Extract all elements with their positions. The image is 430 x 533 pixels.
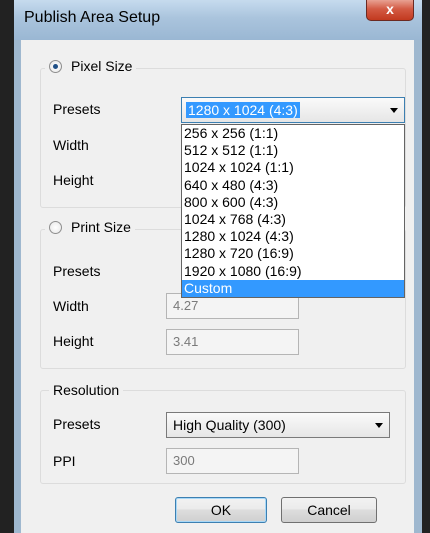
dropdown-option[interactable]: 1920 x 1080 (16:9) [182,263,404,280]
dropdown-option[interactable]: 512 x 512 (1:1) [182,142,404,159]
resolution-label: Resolution [53,382,120,398]
dropdown-option[interactable]: 256 x 256 (1:1) [182,125,404,142]
close-button[interactable]: x [366,0,414,21]
print-height-field[interactable]: 3.41 [166,329,299,355]
dialog-client-area: Pixel Size Presets Width Height Print Si… [21,40,414,533]
pixel-presets-select[interactable]: 1280 x 1024 (4:3) [181,97,405,123]
dropdown-option[interactable]: 1280 x 720 (16:9) [182,245,404,262]
ppi-label: PPI [53,453,76,469]
chevron-down-icon [375,423,383,428]
pixel-presets-value: 1280 x 1024 (4:3) [186,102,300,118]
print-height-label: Height [53,333,94,349]
dropdown-option[interactable]: 1024 x 768 (4:3) [182,211,404,228]
chevron-down-icon [390,108,398,113]
resolution-presets-value: High Quality (300) [173,417,286,433]
print-size-legend[interactable]: Print Size [45,219,135,235]
pixel-size-legend[interactable]: Pixel Size [45,58,137,74]
resolution-presets-label: Presets [53,416,101,432]
pixel-size-label: Pixel Size [71,58,133,74]
title-bar[interactable]: Publish Area Setup x [14,0,422,40]
pixel-presets-label: Presets [53,101,101,117]
pixel-width-label: Width [53,137,89,153]
ppi-field[interactable]: 300 [166,448,299,474]
resolution-presets-select[interactable]: High Quality (300) [166,412,390,438]
dropdown-option[interactable]: 800 x 600 (4:3) [182,194,404,211]
pixel-size-radio[interactable] [49,59,62,73]
pixel-presets-dropdown: 256 x 256 (1:1) 512 x 512 (1:1) 1024 x 102… [181,124,405,298]
close-icon: x [386,1,394,17]
ok-button[interactable]: OK [175,497,267,523]
dropdown-option[interactable]: 1024 x 1024 (1:1) [182,159,404,176]
print-size-label: Print Size [71,219,131,235]
resolution-group: Resolution Presets PPI High Quality (300… [40,382,406,484]
window-title: Publish Area Setup [24,9,161,26]
print-size-radio[interactable] [49,220,62,234]
resolution-legend: Resolution [49,382,124,398]
dropdown-option[interactable]: 1280 x 1024 (4:3) [182,228,404,245]
print-presets-label: Presets [53,263,101,279]
cancel-button[interactable]: Cancel [281,497,377,523]
dropdown-option[interactable]: Custom [182,279,404,297]
print-width-label: Width [53,298,89,314]
dropdown-option[interactable]: 640 x 480 (4:3) [182,177,404,194]
dialog-window: Publish Area Setup x Pixel Size Presets … [14,0,422,533]
pixel-height-label: Height [53,172,94,188]
